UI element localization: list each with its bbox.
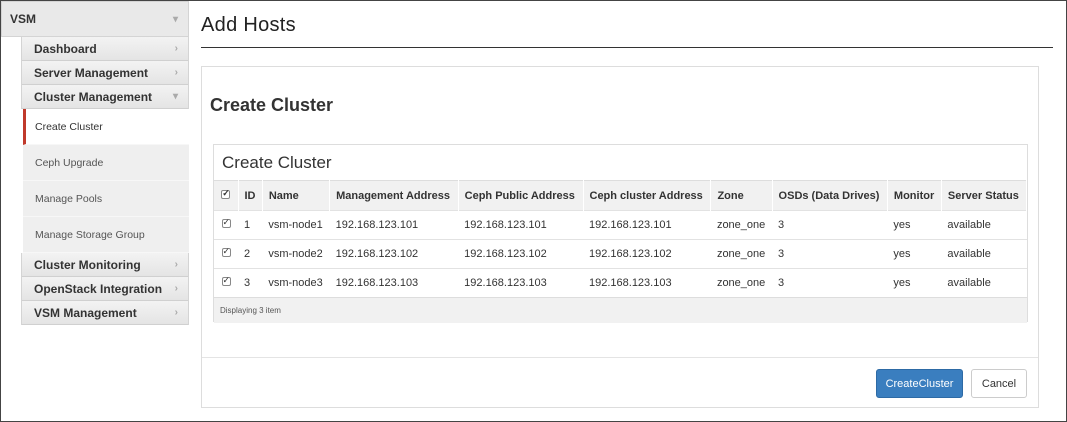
panel-title: Create Cluster — [210, 94, 334, 115]
cell-monitor: yes — [887, 210, 942, 240]
cell-zone: zone_one — [710, 268, 773, 298]
row-select-cell — [214, 239, 238, 269]
sidebar: VSM ▾ Dashboard › Server Management › Cl… — [1, 1, 189, 375]
cluster-table-container: Create Cluster ID Name Management Addres… — [213, 144, 1028, 323]
create-cluster-panel: Create Cluster Create Cluster ID Name Ma… — [201, 66, 1039, 408]
sidebar-subitem-manage-pools[interactable]: Manage Pools — [23, 181, 189, 217]
cell-osds: 3 — [772, 210, 888, 240]
sidebar-subitem-manage-storage-group[interactable]: Manage Storage Group — [23, 217, 189, 253]
row-checkbox[interactable] — [221, 246, 231, 257]
sidebar-item-vsm-management[interactable]: VSM Management › — [22, 301, 188, 325]
sidebar-item-label: OpenStack Integration — [34, 281, 163, 296]
cell-ceph-public-address: 192.168.123.102 — [458, 239, 583, 269]
sidebar-root-label: VSM — [10, 12, 37, 26]
sidebar-item-openstack-integration[interactable]: OpenStack Integration › — [22, 277, 188, 301]
row-select-cell — [214, 210, 238, 240]
column-header-server-status[interactable]: Server Status — [941, 180, 1028, 211]
sidebar-item-label: Server Management — [34, 65, 149, 80]
create-cluster-button[interactable]: CreateCluster — [876, 369, 963, 398]
column-header-zone[interactable]: Zone — [710, 180, 773, 211]
cell-monitor: yes — [887, 239, 942, 269]
table-row: 2 vsm-node2 192.168.123.102 192.168.123.… — [214, 239, 1027, 269]
cell-id: 2 — [238, 239, 263, 269]
cell-name: vsm-node2 — [262, 239, 330, 269]
cell-id: 3 — [238, 268, 263, 298]
sidebar-subitem-create-cluster[interactable]: Create Cluster — [23, 109, 189, 145]
title-divider — [201, 47, 1053, 48]
panel-footer-divider — [202, 357, 1038, 358]
cell-ceph-cluster-address: 192.168.123.101 — [583, 210, 711, 240]
page-title: Add Hosts — [201, 14, 296, 36]
column-header-ceph-public-address[interactable]: Ceph Public Address — [458, 180, 584, 211]
table-header-row: ID Name Management Address Ceph Public A… — [214, 180, 1028, 211]
column-header-ceph-cluster-address[interactable]: Ceph cluster Address — [583, 180, 712, 211]
column-header-name[interactable]: Name — [262, 180, 331, 211]
sidebar-item-server-management[interactable]: Server Management › — [22, 61, 188, 85]
row-checkbox[interactable] — [221, 217, 231, 228]
chevron-right-icon: › — [174, 67, 178, 78]
sidebar-item-label: Dashboard — [34, 41, 97, 56]
sidebar-submenu: Create Cluster Ceph Upgrade Manage Pools… — [23, 109, 189, 253]
table-row: 3 vsm-node3 192.168.123.103 192.168.123.… — [214, 268, 1027, 298]
sidebar-root-vsm[interactable]: VSM ▾ — [1, 1, 189, 37]
chevron-right-icon: › — [174, 259, 178, 270]
table-row: 1 vsm-node1 192.168.123.101 192.168.123.… — [214, 210, 1027, 240]
table-title: Create Cluster — [222, 152, 332, 172]
sidebar-item-label: Cluster Management — [34, 89, 153, 104]
sidebar-item-label: VSM Management — [34, 305, 137, 320]
select-all-cell — [214, 180, 239, 211]
cell-osds: 3 — [772, 268, 888, 298]
cell-zone: zone_one — [710, 239, 773, 269]
cell-ceph-public-address: 192.168.123.101 — [458, 210, 583, 240]
cell-ceph-cluster-address: 192.168.123.103 — [583, 268, 711, 298]
sidebar-subitem-ceph-upgrade[interactable]: Ceph Upgrade — [23, 145, 189, 181]
chevron-right-icon: › — [174, 283, 178, 294]
cell-management-address: 192.168.123.101 — [329, 210, 459, 240]
cell-ceph-cluster-address: 192.168.123.102 — [583, 239, 711, 269]
sidebar-group-top: Dashboard › Server Management › Cluster … — [21, 37, 189, 109]
sidebar-item-dashboard[interactable]: Dashboard › — [22, 37, 188, 61]
cell-server-status: available — [941, 239, 1027, 269]
cell-id: 1 — [238, 210, 263, 240]
table-footer-row: Displaying 3 item — [214, 297, 1027, 323]
cell-management-address: 192.168.123.102 — [329, 239, 459, 269]
column-header-management-address[interactable]: Management Address — [329, 180, 459, 211]
sidebar-item-label: Cluster Monitoring — [34, 257, 141, 272]
sidebar-item-cluster-monitoring[interactable]: Cluster Monitoring › — [22, 253, 188, 277]
cell-server-status: available — [941, 268, 1027, 298]
sidebar-item-cluster-management[interactable]: Cluster Management ▾ — [22, 85, 188, 109]
cell-management-address: 192.168.123.103 — [329, 268, 459, 298]
column-header-osds[interactable]: OSDs (Data Drives) — [772, 180, 888, 211]
cell-osds: 3 — [772, 239, 888, 269]
chevron-right-icon: › — [174, 307, 178, 318]
cancel-button[interactable]: Cancel — [971, 369, 1027, 398]
column-header-monitor[interactable]: Monitor — [887, 180, 942, 211]
chevron-down-icon: ▾ — [172, 13, 178, 25]
cell-name: vsm-node1 — [262, 210, 330, 240]
row-select-cell — [214, 268, 238, 298]
chevron-right-icon: › — [174, 43, 178, 54]
cell-ceph-public-address: 192.168.123.103 — [458, 268, 583, 298]
chevron-down-icon: ▾ — [172, 91, 178, 102]
cell-name: vsm-node3 — [262, 268, 330, 298]
sidebar-group-bottom: Cluster Monitoring › OpenStack Integrati… — [21, 253, 189, 325]
cell-zone: zone_one — [710, 210, 773, 240]
row-checkbox[interactable] — [221, 275, 231, 286]
cell-monitor: yes — [887, 268, 942, 298]
servers-table: ID Name Management Address Ceph Public A… — [214, 180, 1028, 323]
cell-server-status: available — [941, 210, 1027, 240]
table-footer-text: Displaying 3 item — [214, 297, 1027, 323]
select-all-checkbox[interactable] — [221, 188, 231, 199]
column-header-id[interactable]: ID — [238, 180, 263, 211]
